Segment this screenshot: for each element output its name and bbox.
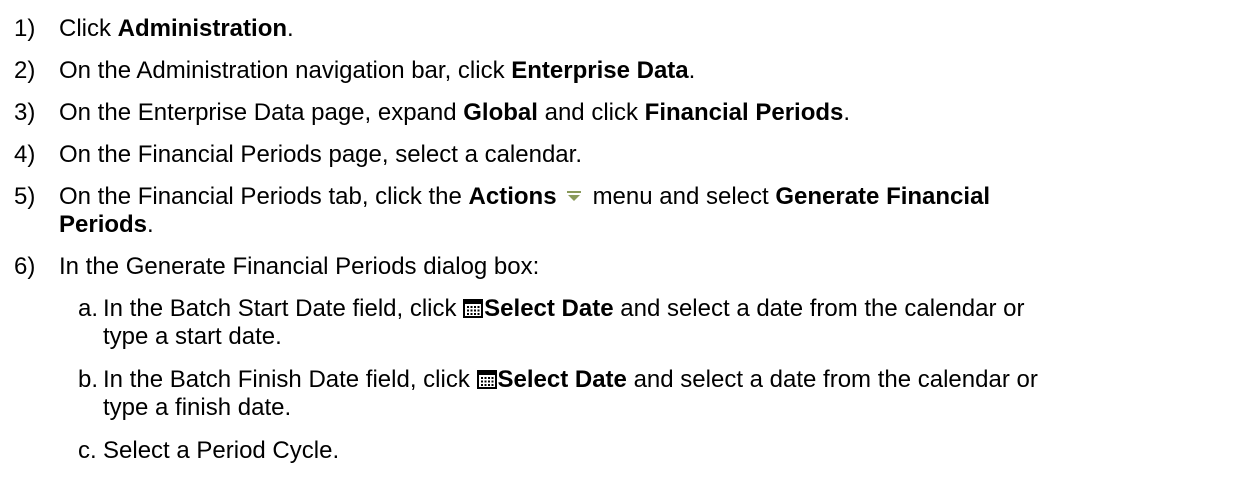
step-number: 4) — [14, 141, 36, 168]
ui-term-actions: Actions — [468, 183, 557, 210]
ui-term-financial-periods: Financial Periods — [644, 99, 844, 126]
calendar-icon — [463, 299, 484, 318]
ui-term-generate-financial-periods: Generate Financial — [775, 183, 991, 210]
ui-term-generate-financial-periods-cont: Periods — [59, 211, 148, 238]
step-text: In the Generate Financial Periods dialog… — [59, 253, 540, 280]
substep-b: b. In the Batch Finish Date field, click … — [78, 366, 1038, 421]
step-number: 5) — [14, 183, 36, 210]
step-number: 3) — [14, 99, 36, 126]
ui-term-enterprise-data: Enterprise Data — [511, 57, 689, 84]
substep-letter: a. — [78, 295, 99, 322]
substep-letter: c. — [78, 437, 97, 464]
step-text: On the Financial Periods tab, click the — [59, 183, 469, 210]
step-5: 5) On the Financial Periods tab, click th… — [14, 183, 991, 238]
ui-term-select-date: Select Date — [484, 295, 614, 322]
step-text: On the Administration navigation bar, cl… — [59, 57, 512, 84]
step-1: 1) Click Administration. — [14, 15, 294, 42]
step-number: 6) — [14, 253, 36, 280]
step-text: Click — [59, 15, 118, 42]
step-number: 2) — [14, 57, 36, 84]
step-number: 1) — [14, 15, 36, 42]
step-3: 3) On the Enterprise Data page, expand Gl… — [14, 99, 851, 126]
dropdown-arrow-icon — [565, 190, 583, 202]
ui-term-administration: Administration — [117, 15, 288, 42]
calendar-icon — [476, 370, 497, 389]
substep-c: c. Select a Period Cycle. — [78, 437, 340, 464]
step-text: On the Enterprise Data page, expand — [59, 99, 464, 126]
ui-term-global: Global — [463, 99, 538, 126]
step-2: 2) On the Administration navigation bar, … — [14, 57, 696, 84]
step-6: 6) In the Generate Financial Periods dial… — [0, 253, 539, 281]
step-4: 4) On the Financial Periods page, select … — [0, 141, 582, 169]
substep-letter: b. — [78, 366, 99, 393]
step-text: On the Financial Periods page, select a … — [59, 141, 582, 168]
substep-a: a. In the Batch Start Date field, click S… — [78, 295, 1025, 350]
ui-term-select-date: Select Date — [497, 366, 627, 393]
